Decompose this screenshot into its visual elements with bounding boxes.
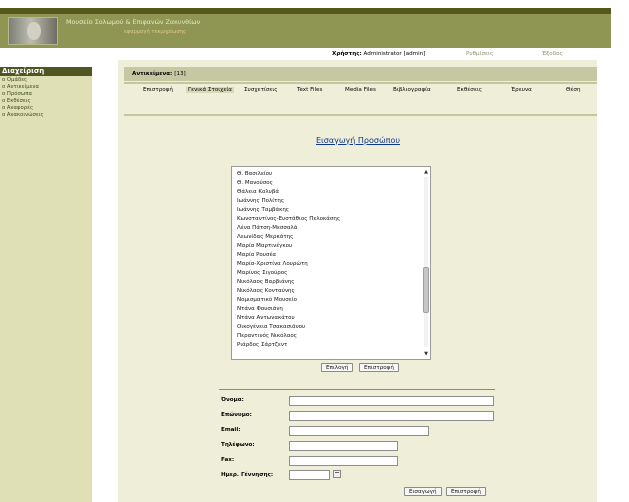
list-item[interactable]: Μαρίνος Σιγούρος — [237, 270, 287, 276]
user-info: Χρήστης: Administrator [admin] — [332, 48, 425, 60]
select-button[interactable]: Επιλογή — [321, 363, 354, 372]
tab-media-files[interactable]: Media Files — [345, 87, 376, 93]
list-item[interactable]: Κωνσταντίνος-Ευστάθιος Πελοκάσης — [237, 216, 340, 222]
list-item[interactable]: Νικόλαος Βαρβιάνης — [237, 279, 294, 285]
list-item[interactable]: Ντάνα Φουσιάνη — [237, 306, 283, 312]
list-item[interactable]: Λεωνίδας Μερκάτης — [237, 234, 293, 240]
sidebar-item-announcements[interactable]: o Ανακοινώσεις — [2, 112, 44, 118]
objects-count-label: Αντικείμενα: — [132, 71, 173, 77]
tab-text-files[interactable]: Text Files — [297, 87, 322, 93]
list-item[interactable]: Ριάρδος Σάρτζεντ — [237, 342, 287, 348]
user-label: Χρήστης: — [332, 51, 362, 57]
form-back-button[interactable]: Επιστροφή — [446, 487, 486, 496]
tab-general-info[interactable]: Γενικά Στοιχεία — [186, 87, 234, 93]
form-divider — [219, 389, 495, 390]
sidebar: o Ομάδες o Αντικείμενα o Πρόσωπα o Εκθέσ… — [0, 76, 92, 502]
tab-research[interactable]: Έρευνα — [511, 87, 532, 93]
birthdate-input[interactable] — [289, 470, 330, 480]
persons-listbox[interactable]: Θ. Βασιλείου Θ. Μανούσος Θάλεια Κολυβά Ι… — [231, 166, 431, 360]
birthdate-label: Ημερ. Γέννησης: — [221, 472, 274, 478]
logo-portrait — [27, 22, 41, 40]
email-input[interactable] — [289, 426, 429, 436]
listbox-scroll-track[interactable] — [424, 177, 428, 347]
tab-location[interactable]: Θέση — [566, 87, 581, 93]
logout-link[interactable]: Έξοδος — [542, 48, 563, 60]
museum-logo — [8, 17, 58, 45]
list-item[interactable]: Μαρία Μαρτινέγκου — [237, 243, 292, 249]
objects-count-bar: Αντικείμενα: [13] — [124, 67, 597, 81]
list-item[interactable]: Περαντινός Νικόλαος — [237, 333, 297, 339]
scroll-down-arrow-icon[interactable]: ▼ — [423, 351, 429, 357]
settings-link[interactable]: Ρυθμίσεις — [466, 48, 493, 60]
list-item[interactable]: Μαρία-Χριστίνα Λουρώτη — [237, 261, 308, 267]
phone-label: Τηλέφωνο: — [221, 442, 255, 448]
list-item[interactable]: Οικογένεια Τσακασιάνου — [237, 324, 305, 330]
list-item[interactable]: Θ. Βασιλείου — [237, 171, 272, 177]
tab-exhibitions[interactable]: Εκθέσεις — [457, 87, 482, 93]
sidebar-item-persons[interactable]: o Πρόσωπα — [2, 91, 32, 97]
site-title: Μουσείο Σολωμού & Επιφανών Ζακυνθίων — [66, 18, 201, 26]
fax-label: Fax: — [221, 457, 235, 463]
name-input[interactable] — [289, 396, 494, 406]
sidebar-item-objects[interactable]: o Αντικείμενα — [2, 84, 39, 90]
tabs-bottom-line — [124, 114, 597, 116]
list-item[interactable]: Νομισματικό Μουσείο — [237, 297, 297, 303]
tabs-top-line — [124, 82, 597, 84]
calendar-icon[interactable] — [333, 470, 341, 478]
list-back-button[interactable]: Επιστροφή — [359, 363, 399, 372]
surname-input[interactable] — [289, 411, 494, 421]
tab-back[interactable]: Επιστροφή — [143, 87, 173, 93]
phone-input[interactable] — [289, 441, 398, 451]
list-item[interactable]: Λένα Πάτση-Μεσσαλά — [237, 225, 297, 231]
site-subtitle: εφαρμογή τεκμηρίωσης — [124, 29, 187, 35]
tab-bibliography[interactable]: Βιβλιογραφία — [393, 87, 431, 93]
list-item[interactable]: Μαρία Ρουσέα — [237, 252, 276, 258]
list-item[interactable]: Ντάνα Αντωνακάτου — [237, 315, 295, 321]
insert-button[interactable]: Εισαγωγή — [404, 487, 442, 496]
list-item[interactable]: Θ. Μανούσος — [237, 180, 273, 186]
fax-input[interactable] — [289, 456, 398, 466]
sidebar-title: Διαχείριση — [0, 67, 92, 76]
email-label: Email: — [221, 427, 241, 433]
list-item[interactable]: Νικόλαος Κονταύνης — [237, 288, 295, 294]
sidebar-item-groups[interactable]: o Ομάδες — [2, 77, 27, 83]
list-item[interactable]: Ιωάννης Πολίτης — [237, 198, 284, 204]
scroll-up-arrow-icon[interactable]: ▲ — [423, 169, 429, 175]
page-heading[interactable]: Εισαγωγή Προσώπου — [316, 136, 400, 145]
surname-label: Επώνυμο: — [221, 412, 252, 418]
listbox-scroll-thumb[interactable] — [423, 267, 429, 313]
objects-count-value: [13] — [174, 71, 186, 77]
name-label: Όνομα: — [221, 397, 244, 403]
list-item[interactable]: Θάλεια Κολυβά — [237, 189, 279, 195]
user-value: Administrator [admin] — [363, 51, 426, 57]
sidebar-item-reports[interactable]: o Αναφορές — [2, 105, 33, 111]
site-header: Μουσείο Σολωμού & Επιφανών Ζακυνθίων εφα… — [0, 14, 611, 48]
tab-relations[interactable]: Συσχετίσεις — [244, 87, 278, 93]
list-item[interactable]: Ιωάννης Ταμβάκης — [237, 207, 289, 213]
sidebar-item-exhibitions[interactable]: o Εκθέσεις — [2, 98, 31, 104]
